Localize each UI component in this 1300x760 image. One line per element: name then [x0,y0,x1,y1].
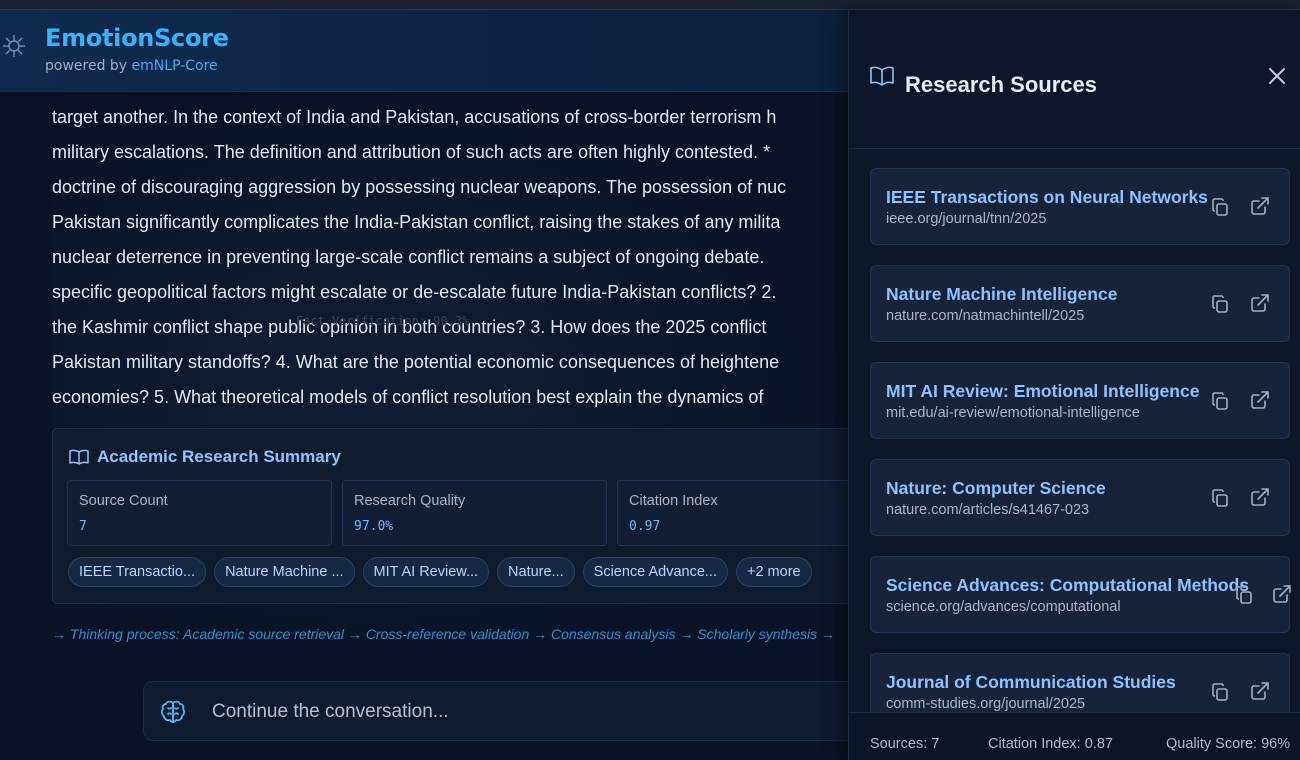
external-link-icon[interactable] [1250,390,1270,410]
source-name[interactable]: MIT AI Review: Emotional Intelligence [886,381,1199,402]
source-url: nature.com/articles/s41467-023 [886,502,1090,518]
book-icon [870,66,894,86]
copy-icon[interactable] [1210,294,1230,314]
stat-value: 0.97 [629,519,661,534]
stat-value: 97.0% [354,519,394,534]
copy-icon[interactable] [1234,585,1254,605]
subtitle-prefix: powered by [45,58,128,74]
stat-source-count: Source Count 7 [67,480,332,546]
footer-citation-index: Citation Index: 0.87 [988,736,1113,752]
source-chips: IEEE Transactio... Nature Machine ... MI… [68,557,812,587]
source-url: comm-studies.org/journal/2025 [886,696,1086,712]
message-line: specific geopolitical factors might esca… [52,282,777,302]
message-line: military escalations. The definition and… [52,142,771,162]
thinking-process: → Thinking process: Academic source retr… [52,626,836,642]
external-link-icon[interactable] [1272,584,1292,604]
source-chip[interactable]: MIT AI Review... [362,557,490,587]
window-top-strip [0,0,1300,10]
panel-footer: Sources: 7 Citation Index: 0.87 Quality … [849,712,1300,760]
footer-quality-score: Quality Score: 96% [1166,736,1291,752]
message-line: nuclear deterrence in preventing large-s… [52,247,765,267]
stat-label: Citation Index [629,493,718,509]
panel-header: Research Sources [849,10,1300,149]
panel-title: Research Sources [905,72,1097,97]
app-title: EmotionScore [45,24,229,52]
assistant-message: target another. In the context of India … [52,100,848,415]
book-icon [69,449,89,465]
copy-icon[interactable] [1210,488,1230,508]
message-composer [143,681,848,741]
source-chip[interactable]: Science Advance... [582,557,728,587]
chat-area: target another. In the context of India … [0,92,848,760]
source-card[interactable]: Nature: Computer Science nature.com/arti… [870,459,1290,536]
source-name[interactable]: IEEE Transactions on Neural Networks [886,187,1208,208]
message-line: Pakistan significantly complicates the I… [52,212,781,232]
source-url: ieee.org/journal/tnn/2025 [886,211,1047,227]
copy-icon[interactable] [1210,197,1230,217]
source-card[interactable]: IEEE Transactions on Neural Networks iee… [870,168,1290,245]
source-card[interactable]: Nature Machine Intelligence nature.com/n… [870,265,1290,342]
stat-research-quality: Research Quality 97.0% [342,480,607,546]
stat-value: 7 [79,519,87,534]
conversation-input[interactable] [212,694,812,730]
summary-title: Academic Research Summary [97,447,341,466]
brain-logo-icon [3,35,25,57]
external-link-icon[interactable] [1250,293,1270,313]
source-name[interactable]: Nature Machine Intelligence [886,284,1117,305]
source-name[interactable]: Science Advances: Computational Methods [886,575,1249,596]
stat-citation-index: Citation Index 0.97 [617,480,848,546]
source-name[interactable]: Nature: Computer Science [886,478,1106,499]
copy-icon[interactable] [1210,682,1230,702]
sources-list: IEEE Transactions on Neural Networks iee… [849,150,1300,712]
message-line: target another. In the context of India … [52,107,777,127]
source-url: mit.edu/ai-review/emotional-intelligence [886,405,1140,421]
stat-label: Research Quality [354,493,466,509]
source-name[interactable]: Journal of Communication Studies [886,672,1176,693]
message-line: Pakistan military standoffs? 4. What are… [52,352,780,372]
more-sources-chip[interactable]: +2 more [735,557,812,587]
footer-sources: Sources: 7 [870,736,940,752]
external-link-icon[interactable] [1250,196,1270,216]
source-url: nature.com/natmachintell/2025 [886,308,1085,324]
message-line: doctrine of discouraging aggression by p… [52,177,787,197]
source-chip[interactable]: Nature Machine ... [214,557,355,587]
research-summary-card: Academic Research Summary Source Count 7… [52,428,848,604]
close-icon[interactable] [1267,66,1287,86]
core-link[interactable]: emNLP-Core [132,58,218,74]
source-card[interactable]: Science Advances: Computational Methods … [870,556,1292,633]
external-link-icon[interactable] [1250,487,1270,507]
source-card[interactable]: MIT AI Review: Emotional Intelligence mi… [870,362,1290,439]
source-url: science.org/advances/computational [886,599,1121,615]
brain-icon[interactable] [160,699,186,725]
source-chip[interactable]: Nature... [497,557,575,587]
source-chip[interactable]: IEEE Transactio... [68,557,207,587]
research-sources-panel: Research Sources IEEE Transactions on Ne… [848,10,1300,760]
message-line: economies? 5. What theoretical models of… [52,387,764,407]
app-subtitle: powered by emNLP-Core [45,58,218,74]
stat-label: Source Count [79,493,168,509]
copy-icon[interactable] [1210,391,1230,411]
fact-verification-ghost: Fact Verification: 90.3% [296,314,470,328]
external-link-icon[interactable] [1250,681,1270,701]
source-card[interactable]: Journal of Communication Studies comm-st… [870,653,1290,712]
summary-header: Academic Research Summary [69,447,341,467]
